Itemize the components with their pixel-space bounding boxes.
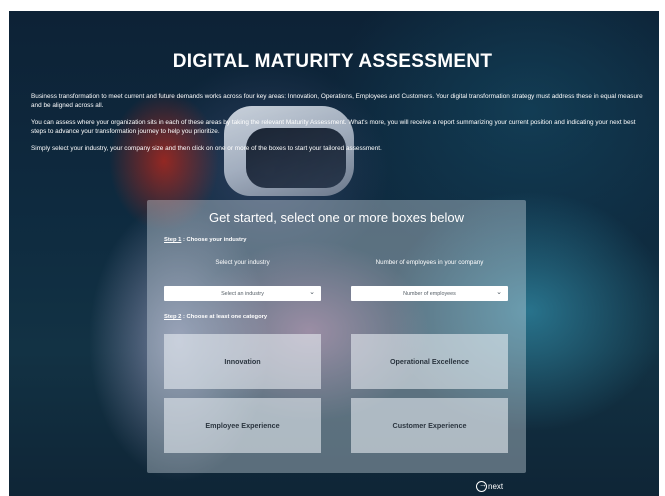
employees-select-value: Number of employees (403, 290, 456, 297)
page-title: DIGITAL MATURITY ASSESSMENT (172, 51, 493, 72)
arrow-circle-icon (476, 480, 487, 492)
panel-title: Get started, select one or more boxes be… (208, 210, 465, 225)
employees-select[interactable]: Number of employees ⌄ (351, 286, 508, 301)
intro-paragraph-2: You can assess where your organization s… (31, 119, 636, 135)
step-1-number: Step 1 (164, 237, 182, 243)
category-operational-excellence[interactable]: Operational Excellence (351, 334, 508, 389)
employees-field-label: Number of employees in your company (375, 259, 484, 266)
next-button[interactable]: next (476, 480, 504, 492)
step-1-text: : Choose your industry (181, 237, 247, 243)
category-customer-experience[interactable]: Customer Experience (351, 398, 508, 453)
intro-paragraph-1: Business transformation to meet current … (31, 93, 643, 109)
industry-select-value: Select an industry (221, 290, 264, 297)
category-employee-experience[interactable]: Employee Experience (164, 398, 321, 453)
intro-paragraph-3: Simply select your industry, your compan… (31, 145, 382, 152)
next-label: next (488, 482, 504, 491)
assessment-panel: Get started, select one or more boxes be… (147, 200, 526, 473)
step-2-number: Step 2 (164, 314, 182, 320)
intro-text: Business transformation to meet current … (31, 92, 646, 161)
step-1-label: Step 1 : Choose your industry (164, 237, 246, 243)
chevron-down-icon: ⌄ (496, 289, 502, 296)
step-2-text: : Choose at least one category (181, 314, 268, 320)
chevron-down-icon: ⌄ (309, 289, 315, 296)
step-2-label: Step 2 : Choose at least one category (164, 314, 267, 320)
industry-select[interactable]: Select an industry ⌄ (164, 286, 321, 301)
industry-field-label: Select your industry (215, 259, 270, 266)
category-innovation[interactable]: Innovation (164, 334, 321, 389)
